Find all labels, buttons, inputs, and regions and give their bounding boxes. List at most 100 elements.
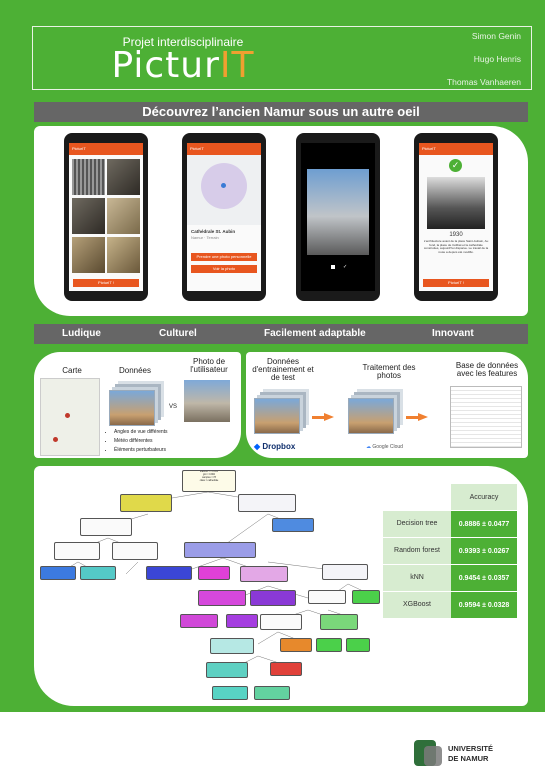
tree-node (80, 518, 132, 536)
tree-root-text: feature1 <= 0.123 gini = 0.902 samples =… (199, 471, 219, 482)
bullet: Météo différentes (114, 437, 168, 446)
tree-leaf (198, 590, 246, 606)
model-name: Random forest (383, 537, 451, 565)
gallery-photo-1 (72, 159, 105, 195)
tree-leaf (280, 638, 312, 652)
tree-node (260, 614, 302, 630)
tree-leaf (146, 566, 192, 580)
map-image (40, 378, 100, 456)
tree-leaf (198, 566, 230, 580)
model-accuracy: 0.9393 ± 0.0267 (451, 537, 517, 565)
app-title: PicturIT (187, 143, 261, 155)
map-pin-icon (53, 437, 58, 442)
gallery-photo-6 (107, 237, 140, 273)
tree-root-node: feature1 <= 0.123 gini = 0.902 samples =… (182, 470, 236, 492)
table-row: Decision tree 0.8886 ± 0.0477 (383, 510, 517, 538)
arrow-icon (406, 416, 418, 419)
picturit-button[interactable]: PicturIT ! (423, 279, 489, 287)
carte-label: Carte (62, 366, 82, 375)
photo-description: L'architecture avant de la place Saint-A… (423, 239, 489, 254)
tree-leaf (254, 686, 290, 700)
tree-node (54, 542, 100, 560)
tree-leaf (226, 614, 258, 628)
tree-node (112, 542, 158, 560)
place-sub: Namur · Terrain (191, 235, 219, 240)
table-corner (383, 484, 451, 511)
model-name: Decision tree (383, 510, 451, 538)
user-photo (184, 380, 230, 422)
table-row: XGBoost 0.9594 ± 0.0328 (383, 591, 517, 618)
database-label: Base de données avec les features (455, 361, 519, 378)
google-cloud-logo: ☁ Google Cloud (366, 444, 403, 450)
tree-node (322, 564, 368, 580)
poster-header: Projet interdisciplinaire PicturIT Simon… (32, 26, 532, 90)
tree-node (210, 638, 254, 654)
tree-leaf (270, 662, 302, 676)
map-pin-icon (65, 413, 70, 418)
gallery-photo-2 (107, 159, 140, 195)
photo-year: 1930 (449, 232, 463, 238)
place-name: Cathédrale St. Aubin (191, 229, 236, 234)
logo-main: Pictur (111, 45, 220, 86)
tree-node (238, 494, 296, 512)
user-photo-label: Photo de l'utilisateur (190, 357, 228, 374)
success-check-icon: ✓ (449, 159, 462, 172)
tree-leaf (352, 590, 380, 604)
tree-leaf (80, 566, 116, 580)
accuracy-table: Accuracy Decision tree 0.8886 ± 0.0477 R… (383, 484, 517, 618)
author-3: Thomas Vanhaeren (446, 77, 521, 87)
bullet: Éléments perturbateurs (114, 446, 168, 455)
model-accuracy: 0.8886 ± 0.0477 (451, 510, 517, 538)
gcloud-label: Google Cloud (372, 444, 403, 450)
app-title: PicturIT (69, 143, 143, 155)
tree-node (184, 542, 256, 558)
picturit-button[interactable]: PicturIT ! (73, 279, 139, 287)
map-view[interactable] (187, 155, 261, 225)
bullet: Angles de vue différents (114, 428, 168, 437)
historical-photo (427, 177, 485, 229)
problem-panel: Carte Données VS Photo de l'utilisateur … (34, 352, 241, 458)
university-name-2: DE NAMUR (448, 754, 489, 763)
dropbox-logo: ◆ Dropbox (254, 442, 296, 451)
arrow-head-icon (324, 413, 334, 421)
model-name: XGBoost (383, 591, 451, 618)
phone-gallery: PicturIT PicturIT ! (64, 133, 148, 301)
tree-leaf (40, 566, 76, 580)
see-photo-button[interactable]: Voir la photo (191, 265, 257, 273)
model-name: kNN (383, 564, 451, 592)
picturit-logo: PicturIT (33, 45, 333, 86)
tree-leaf (250, 590, 296, 606)
tree-node (308, 590, 346, 604)
author-2: Hugo Henris (473, 54, 521, 64)
shutter-icon[interactable] (331, 265, 335, 269)
gallery-photo-4 (107, 198, 140, 234)
problem-bullets: Angles de vue différents Météo différent… (106, 428, 168, 455)
model-accuracy: 0.9454 ± 0.0357 (451, 564, 517, 592)
gallery-photo-5 (72, 237, 105, 273)
processing-label: Traitement des photos (362, 363, 416, 380)
gallery-photo-3 (72, 198, 105, 234)
feature-table-image (450, 386, 522, 448)
vs-label: VS (168, 404, 177, 410)
tree-leaf (180, 614, 218, 628)
tree-leaf (346, 638, 370, 652)
app-screens-panel: PicturIT PicturIT ! PicturIT Cathédrale … (34, 126, 528, 316)
take-photo-button[interactable]: Prendre une photo personnelle (191, 253, 257, 261)
processing-stack (348, 398, 394, 434)
phone-map: PicturIT Cathédrale St. Aubin Namur · Te… (182, 133, 266, 301)
phone-camera: ✓ (296, 133, 380, 301)
tree-node (120, 494, 172, 512)
location-pin-icon (221, 183, 226, 188)
table-row: kNN 0.9454 ± 0.0357 (383, 564, 517, 592)
tagline-bar: Découvrez l’ancien Namur sous un autre o… (34, 102, 528, 122)
camera-viewfinder (307, 169, 369, 255)
university-name-1: UNIVERSITÉ (448, 744, 494, 753)
logo-accent: IT (219, 45, 255, 86)
phone-result: PicturIT ✓ 1930 L'architecture avant de … (414, 133, 498, 301)
donnees-label: Données (118, 366, 152, 375)
app-title: PicturIT (419, 143, 493, 155)
tree-leaf (316, 638, 342, 652)
feature-ludique: Ludique (62, 328, 101, 339)
tree-leaf (206, 662, 248, 678)
check-icon[interactable]: ✓ (343, 264, 347, 270)
